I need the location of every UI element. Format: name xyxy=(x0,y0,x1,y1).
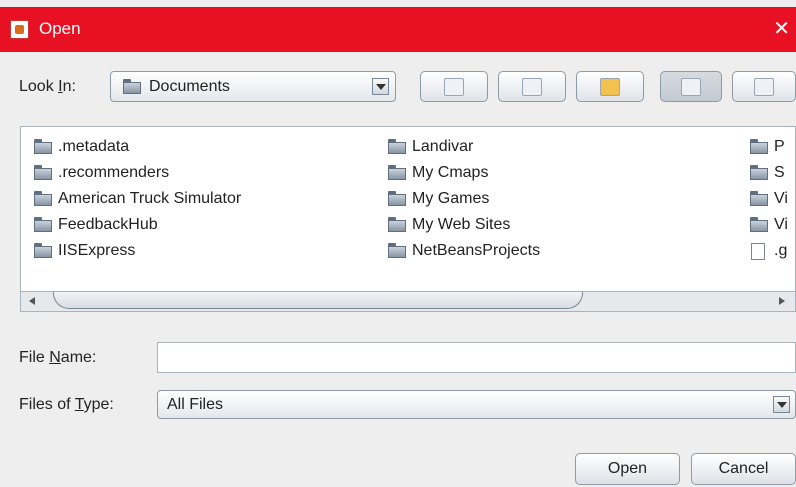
look-in-label: Look In: xyxy=(19,78,76,95)
up-folder-button[interactable] xyxy=(420,71,488,102)
look-in-value: Documents xyxy=(149,78,230,95)
folder-icon xyxy=(387,139,407,154)
scroll-right-icon[interactable] xyxy=(775,295,787,307)
folder-icon xyxy=(33,165,53,180)
file-type-value: All Files xyxy=(167,396,224,413)
window-title: Open xyxy=(39,19,81,38)
folder-icon xyxy=(33,139,53,154)
close-icon[interactable]: ✕ xyxy=(773,16,790,40)
list-view-button[interactable] xyxy=(660,71,722,102)
chevron-down-icon[interactable] xyxy=(773,396,790,413)
details-view-icon xyxy=(754,77,774,96)
folder-icon xyxy=(387,217,407,232)
folder-icon xyxy=(749,165,769,180)
up-folder-icon xyxy=(444,77,464,96)
java-icon xyxy=(10,20,29,39)
folder-icon xyxy=(33,217,53,232)
file-type-label: Files of Type: xyxy=(19,396,114,413)
file-name-input[interactable] xyxy=(157,342,796,373)
scroll-left-icon[interactable] xyxy=(27,295,39,307)
folder-icon xyxy=(387,191,407,206)
folder-icon xyxy=(387,243,407,258)
cancel-button[interactable]: Cancel xyxy=(691,453,796,485)
home-icon xyxy=(522,77,542,96)
new-folder-icon xyxy=(600,77,620,96)
folder-icon xyxy=(122,79,142,94)
chevron-down-icon[interactable] xyxy=(372,78,389,95)
open-button[interactable]: Open xyxy=(575,453,680,485)
folder-icon xyxy=(33,191,53,206)
look-in-dropdown[interactable]: Documents xyxy=(110,71,396,102)
file-list[interactable]: .metadata .recommenders American Truck S… xyxy=(20,126,796,292)
new-folder-button[interactable] xyxy=(576,71,644,102)
file-icon xyxy=(751,243,765,260)
folder-icon xyxy=(749,191,769,206)
title-bar: Open ✕ xyxy=(0,7,796,52)
folder-icon xyxy=(749,139,769,154)
folder-icon xyxy=(387,165,407,180)
list-view-icon xyxy=(681,77,701,96)
scroll-thumb[interactable] xyxy=(53,292,583,309)
file-name-label: File Name: xyxy=(19,349,97,366)
horizontal-scrollbar[interactable] xyxy=(20,292,796,312)
file-type-dropdown[interactable]: All Files xyxy=(157,390,796,419)
home-button[interactable] xyxy=(498,71,566,102)
folder-icon xyxy=(749,217,769,232)
folder-icon xyxy=(33,243,53,258)
details-view-button[interactable] xyxy=(732,71,796,102)
